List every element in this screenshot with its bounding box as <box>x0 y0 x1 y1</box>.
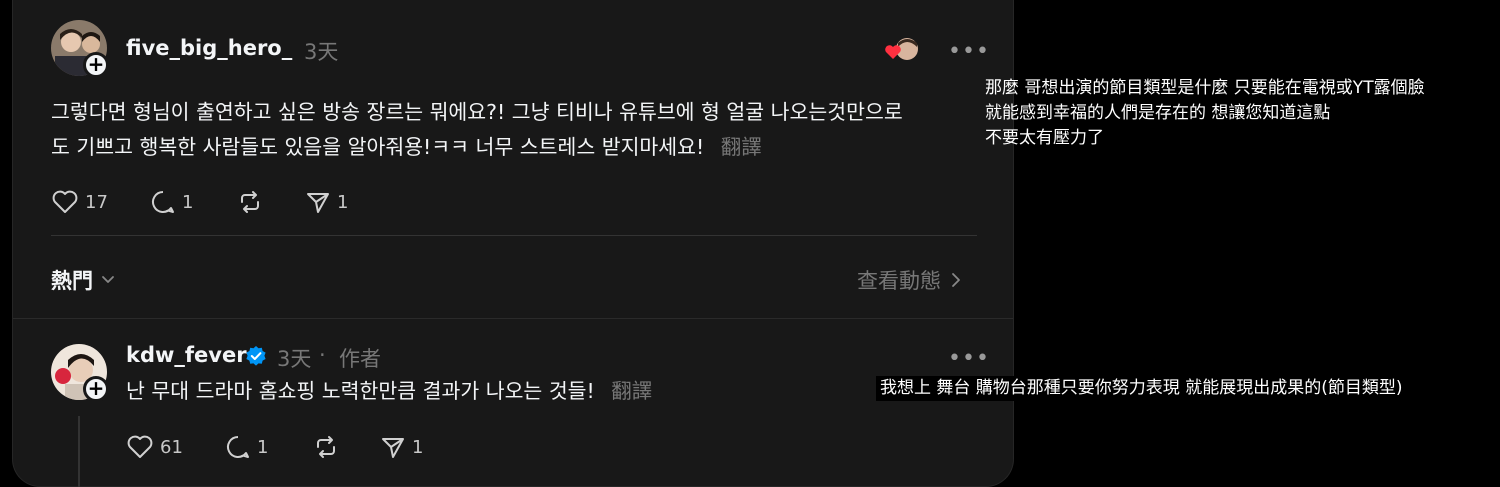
like-button[interactable]: 17 <box>51 189 108 215</box>
reply-time: 3天 <box>277 347 312 371</box>
reply-text-wrap: 난 무대 드라마 홈쇼핑 노력한만큼 결과가 나오는 것들! 翻譯 <box>126 374 966 409</box>
reply-count: 1 <box>182 191 194 213</box>
translation-line: 不要太有壓力了 <box>985 128 1104 148</box>
like-button[interactable]: 61 <box>126 434 183 460</box>
thread-line <box>78 416 80 487</box>
chevron-right-icon <box>952 273 960 287</box>
share-icon <box>307 193 329 213</box>
translate-link[interactable]: 翻譯 <box>721 135 762 159</box>
reply-dot: · <box>319 343 326 367</box>
reply-text: 난 무대 드라마 홈쇼핑 노력한만큼 결과가 나오는 것들! <box>126 379 595 403</box>
sort-label: 熱門 <box>51 269 93 293</box>
verified-icon <box>246 346 266 366</box>
repost-icon <box>317 436 335 458</box>
comment-icon <box>227 436 249 458</box>
redaction-box <box>1383 100 1485 154</box>
more-icon[interactable]: ••• <box>948 348 990 370</box>
repost-button[interactable] <box>313 434 339 460</box>
reply-button[interactable]: 1 <box>225 434 268 460</box>
divider <box>51 235 977 236</box>
post-text-line2: 도 기쁘고 행복한 사람들도 있음을 알아줘용!ㅋㅋ 너무 스트레스 받지마세요… <box>51 135 705 159</box>
comment-icon <box>152 191 174 213</box>
chevron-down-icon <box>102 276 114 283</box>
heart-avatar-icon <box>885 38 918 60</box>
view-activity-link[interactable]: 查看動態 <box>857 265 961 295</box>
repost-button[interactable] <box>237 189 263 215</box>
repost-icon <box>241 191 259 213</box>
follow-plus-icon[interactable]: + <box>83 52 109 78</box>
post-text: 그렇다면 형님이 출연하고 싶은 방송 장르는 뭐에요?! 그냥 티비나 유튜브… <box>51 95 991 165</box>
reply-count: 1 <box>257 436 269 458</box>
view-activity-label: 查看動態 <box>857 269 941 293</box>
post-text-line2-wrap: 도 기쁘고 행복한 사람들도 있음을 알아줘용!ㅋㅋ 너무 스트레스 받지마세요… <box>51 130 991 165</box>
sort-dropdown[interactable]: 熱門 <box>51 265 115 295</box>
translate-link[interactable]: 翻譯 <box>611 379 652 403</box>
translation-note-1: 那麼 哥想出演的節目類型是什麼 只要能在電視或YT露個臉 就能感到幸福的人們是存… <box>985 76 1425 151</box>
more-icon[interactable]: ••• <box>948 41 990 63</box>
reply-username[interactable]: kdw_fever <box>126 343 247 367</box>
threads-card: + five_big_hero_ 3天 ••• 그렇다면 형님이 출연하고 싶은… <box>12 0 1014 487</box>
reply-button[interactable]: 1 <box>150 189 193 215</box>
share-count: 1 <box>337 191 349 213</box>
post-text-line1: 그렇다면 형님이 출연하고 싶은 방송 장르는 뭐에요?! 그냥 티비나 유튜브… <box>51 100 903 124</box>
heart-icon <box>127 435 153 458</box>
like-count: 17 <box>85 191 108 213</box>
share-count: 1 <box>412 436 424 458</box>
section-divider <box>13 318 1013 319</box>
share-button[interactable]: 1 <box>305 189 348 215</box>
liked-by-avatar[interactable] <box>885 37 921 63</box>
post-time: 3天 <box>304 40 339 64</box>
author-tag: 作者 <box>339 347 381 371</box>
post-username[interactable]: five_big_hero_ <box>126 36 292 60</box>
translation-note-2: 我想上 舞台 購物台那種只要你努力表現 就能展現出成果的(節目類型) <box>876 376 1407 401</box>
like-count: 61 <box>160 436 183 458</box>
share-button[interactable]: 1 <box>380 434 423 460</box>
follow-plus-icon[interactable]: + <box>83 376 109 402</box>
share-icon <box>382 438 404 458</box>
heart-icon <box>52 190 78 213</box>
translation-line: 那麼 哥想出演的節目類型是什麼 只要能在電視或YT露個臉 <box>985 78 1425 98</box>
translation-line: 就能感到幸福的人們是存在的 想讓您知道這點 <box>985 103 1331 123</box>
